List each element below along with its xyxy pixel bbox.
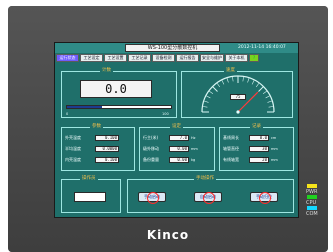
gauge-tick [247,77,250,83]
tab-safety-maintenance[interactable]: 安全与维护 [200,54,224,62]
com-led [307,206,317,210]
setting-value[interactable]: 0.00 [169,157,189,163]
tab-process-record[interactable]: 工艺记录 [128,54,151,62]
tab-bar: 运行状态 工艺设定 工艺设置 工艺记录 设备检测 运行报告 安全与维护 关于本机… [56,54,259,62]
record-label: 轴管直径 [223,146,239,151]
count-scale-max: 100 [162,112,169,116]
params-panel-label: 参数 [90,124,103,130]
param-label: 外壳温度 [65,135,81,140]
param-label: 内壳温度 [65,157,81,162]
setting-label: 行主(米) [143,135,159,140]
com-label: COM [306,211,318,217]
gauge-tick [205,95,211,99]
gauge-tick [267,100,273,103]
speed-readout-box: 75 [230,94,246,100]
speed-panel: 速度 75 [181,68,293,118]
setting-label: 级外移动 [143,146,159,151]
count-panel-label: 计数 [100,68,113,74]
record-value: 0.0 [249,135,269,141]
count-scale-min: 0 [66,112,69,116]
record-label: 基线周长 [223,135,239,140]
param-row: 半均温度 0.0000 [65,146,119,152]
param-value: 0.0000 [95,146,119,152]
record-row: 有线轴宽 20 mm [223,157,278,163]
gauge-tick [221,79,225,85]
gauge-tick [232,76,234,82]
gauge-tick [251,79,255,85]
count-progress-fill [67,106,103,108]
tab-about[interactable]: 关于本机 [225,54,248,62]
gauge-tick [202,106,208,108]
setting-unit: mm [191,147,198,151]
record-unit: cm [271,136,277,140]
brand-logo: Kinco [146,228,190,242]
operator-panel: 操作员 [61,176,121,213]
param-value: 0.100 [95,135,119,141]
gauge-tick [268,106,274,108]
params-panel: 参数 外壳温度 0.100 半均温度 0.0000 内壳温度 0.100 [61,124,135,171]
manual-panel-label: 手动操作 [194,176,216,182]
param-row: 内壳温度 0.100 [65,157,119,163]
record-row: 基线周长 0.0 cm [223,135,276,141]
tab-process-setup[interactable]: 工艺设置 [104,54,127,62]
tab-process-settings[interactable]: 工艺设定 [80,54,103,62]
button-stamp-icon [259,192,271,204]
datetime-readout: 2012-11-14 16:40:07 [238,45,286,50]
record-row: 轴管直径 30 mm [223,146,278,152]
gauge-tick [216,82,221,88]
record-unit: mm [271,158,278,162]
setting-unit: Hz [191,136,196,140]
button-stamp-icon [203,192,215,204]
gauge-tick [258,86,264,92]
count-value-display: 0.0 [80,80,152,98]
setting-unit: kg [191,158,196,162]
gauge-tick [203,100,209,103]
param-row: 外壳温度 0.100 [65,135,119,141]
record-value: 30 [249,146,269,152]
pwr-led [307,184,317,188]
screen-title: WS-100型分散数控机 [125,44,220,52]
operator-input[interactable] [74,192,106,202]
speed-readout: 75 [235,94,241,99]
settings-panel-label: 设定 [170,124,183,130]
manual-start-button[interactable]: 手动启动 [138,192,166,204]
gauge-tick [262,90,268,95]
setting-row: 行主(米) 7.0 Hz [143,135,195,141]
cpu-led [307,195,317,199]
gauge-tick [208,90,214,95]
gauge-tick [226,77,229,83]
setting-row: 备份重量 0.00 kg [143,157,195,163]
tab-run-report[interactable]: 运行报告 [176,54,199,62]
hmi-device: WS-100型分散数控机 2012-11-14 16:40:07 运行状态 工艺… [8,6,328,252]
record-panel-label: 记录 [250,124,263,130]
manual-home-button[interactable]: 手动归位 [250,192,278,204]
record-value: 20 [249,157,269,163]
auto-start-button[interactable]: 自动启动 [194,192,222,204]
record-unit: mm [271,147,278,151]
settings-panel: 设定 行主(米) 7.0 Hz 级外移动 0.00 mm 备份重量 0.00 k… [139,124,215,171]
help-button[interactable]: ? [249,54,259,62]
record-panel: 记录 基线周长 0.0 cm 轴管直径 30 mm 有线轴宽 20 mm [219,124,294,171]
gauge-tick [255,82,260,88]
button-stamp-icon [147,192,159,204]
tab-run-status[interactable]: 运行状态 [56,54,79,62]
gauge-tick [212,86,218,92]
param-label: 半均温度 [65,146,81,151]
hmi-screen: WS-100型分散数控机 2012-11-14 16:40:07 运行状态 工艺… [54,42,299,218]
record-label: 有线轴宽 [223,157,239,162]
setting-label: 备份重量 [143,157,159,162]
count-panel: 计数 0.0 0 100 [61,68,177,118]
manual-panel: 手动操作 手动启动 自动启动 手动归位 [127,176,294,213]
gauge-tick [265,95,271,99]
param-value: 0.100 [95,157,119,163]
setting-row: 级外移动 0.00 mm [143,146,198,152]
tab-equipment-check[interactable]: 设备检测 [152,54,175,62]
setting-value[interactable]: 7.0 [169,135,189,141]
setting-value[interactable]: 0.00 [169,146,189,152]
gauge-tick [242,76,244,82]
count-progress-bar [66,105,172,109]
operator-panel-label: 操作员 [80,176,98,182]
